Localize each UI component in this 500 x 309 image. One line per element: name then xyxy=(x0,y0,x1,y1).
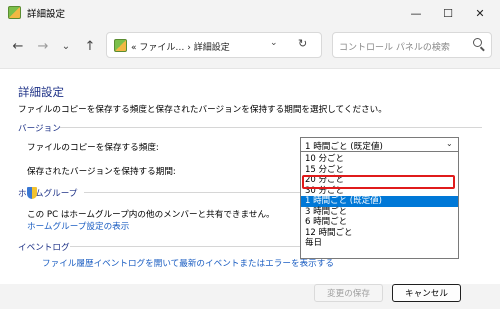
forward-arrow-icon[interactable]: → xyxy=(33,36,53,56)
file-history-app-icon xyxy=(8,6,21,19)
chevron-down-icon[interactable]: ⌄ xyxy=(270,38,278,48)
dropdown-option[interactable]: 3 時間ごと xyxy=(301,207,458,218)
close-button[interactable]: ✕ xyxy=(460,0,500,26)
page-description: ファイルのコピーを保存する頻度と保存されたバージョンを保持する期間を選択してくだ… xyxy=(18,105,387,115)
dropdown-option[interactable]: 6 時間ごと xyxy=(301,217,458,228)
section-divider xyxy=(60,127,482,128)
up-arrow-icon[interactable]: ↑ xyxy=(80,36,100,56)
search-box[interactable]: コントロール パネルの検索 xyxy=(332,32,492,58)
back-arrow-icon[interactable]: ← xyxy=(8,36,28,56)
dropdown-option[interactable]: 12 時間ごと xyxy=(301,228,458,239)
event-log-link[interactable]: ファイル履歴イベントログを開いて最新のイベントまたはエラーを表示する xyxy=(42,257,334,269)
window-title: 詳細設定 xyxy=(27,9,66,20)
control-panel-icon xyxy=(114,39,127,52)
dropdown-option[interactable]: 10 分ごと xyxy=(301,154,458,165)
save-changes-button[interactable]: 変更の保存 xyxy=(314,284,383,302)
recent-locations-dropdown-icon[interactable]: ⌄ xyxy=(56,36,76,56)
breadcrumb[interactable]: « ファイル… › 詳細設定 xyxy=(131,40,230,53)
homegroup-settings-link[interactable]: ホームグループ設定の表示 xyxy=(27,220,129,232)
search-placeholder: コントロール パネルの検索 xyxy=(339,43,450,53)
footer-bar: 変更の保存 キャンセル xyxy=(0,284,500,309)
dropdown-option[interactable]: 毎日 xyxy=(301,238,458,249)
homegroup-text: この PC はホームグループ内の他のメンバーと共有できません。 xyxy=(27,210,275,220)
shield-icon xyxy=(27,187,37,199)
address-bar[interactable]: « ファイル… › 詳細設定 ⌄ ↻ xyxy=(106,32,322,58)
dropdown-option-selected[interactable]: 1 時間ごと (既定値) xyxy=(301,196,458,207)
section-divider xyxy=(70,246,300,247)
save-frequency-label: ファイルのコピーを保存する頻度: xyxy=(27,143,159,153)
highlight-box xyxy=(302,175,455,189)
chevron-down-icon: ⌄ xyxy=(446,139,453,148)
dropdown-option[interactable]: 15 分ごと xyxy=(301,165,458,176)
page-title: 詳細設定 xyxy=(18,85,64,99)
refresh-icon[interactable]: ↻ xyxy=(298,37,307,50)
versions-section-title: バージョン xyxy=(18,124,61,134)
search-icon[interactable] xyxy=(473,38,482,47)
keep-period-label: 保存されたバージョンを保持する期間: xyxy=(27,167,176,177)
eventlog-section-title: イベントログ xyxy=(18,243,70,253)
frequency-dropdown-list[interactable]: 10 分ごと 15 分ごと 20 分ごと 30 分ごと 1 時間ごと (既定値)… xyxy=(300,151,459,259)
section-divider xyxy=(84,192,300,193)
title-bar: 詳細設定 — ☐ ✕ xyxy=(0,0,500,26)
cancel-button[interactable]: キャンセル xyxy=(392,284,461,302)
